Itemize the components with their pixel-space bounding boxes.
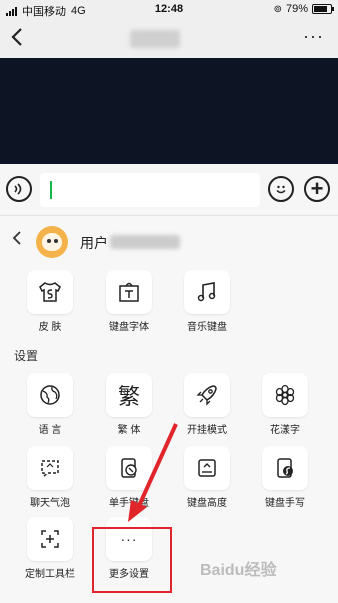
voice-button[interactable] xyxy=(6,176,32,202)
chat-title-blurred xyxy=(130,30,180,48)
back-button[interactable] xyxy=(10,26,24,53)
globe-icon xyxy=(27,373,73,417)
battery-icon xyxy=(312,4,334,14)
shirt-icon xyxy=(27,270,73,314)
music-keyboard-item[interactable]: 音乐键盘 xyxy=(179,270,235,333)
status-bar: 中国移动 4G 12:48 ⊚ 79% xyxy=(0,0,338,20)
traditional-label: 繁 体 xyxy=(117,425,141,436)
avatar[interactable] xyxy=(36,226,68,258)
chevron-left-icon xyxy=(11,28,22,46)
user-label: 用户 xyxy=(80,235,108,251)
keyboard-height-icon xyxy=(184,446,230,490)
handwriting-icon xyxy=(262,446,308,490)
one-hand-keyboard-label: 单手键盘 xyxy=(109,498,149,509)
battery-percent: 79% xyxy=(285,3,308,15)
settings-section-title: 设置 xyxy=(14,349,39,363)
traditional-char-icon: 繁 xyxy=(106,373,152,417)
emoji-icon xyxy=(276,185,286,194)
status-right: ⊚ 79% xyxy=(273,3,334,15)
chat-bubble-icon xyxy=(27,446,73,490)
chat-bubble-label: 聊天气泡 xyxy=(30,498,70,509)
keyboard-height-item[interactable]: 键盘高度 xyxy=(179,446,235,509)
custom-toolbar-icon xyxy=(27,517,73,561)
avatar-face xyxy=(42,233,62,251)
message-input[interactable] xyxy=(40,173,260,207)
chat-messages-area[interactable] xyxy=(0,58,338,164)
more-menu-button[interactable]: ··· xyxy=(303,26,324,47)
traditional-item[interactable]: 繁 繁 体 xyxy=(101,373,157,436)
one-hand-keyboard-icon xyxy=(106,446,152,490)
flower-icon xyxy=(262,373,308,417)
input-bar: + xyxy=(0,164,338,216)
text-cursor xyxy=(50,181,52,199)
rotation-lock-icon: ⊚ xyxy=(273,3,282,15)
rocket-icon xyxy=(184,373,230,417)
plus-button[interactable]: + xyxy=(304,176,330,202)
fancy-text-item[interactable]: 花漾字 xyxy=(257,373,313,436)
chat-bubble-item[interactable]: 聊天气泡 xyxy=(22,446,78,509)
keyboard-font-label: 键盘字体 xyxy=(109,322,149,333)
one-hand-keyboard-item[interactable]: 单手键盘 xyxy=(101,446,157,509)
avatar-eye-right xyxy=(54,239,58,243)
custom-toolbar-label: 定制工具栏 xyxy=(25,569,75,580)
skin-item[interactable]: 皮 肤 xyxy=(22,270,78,333)
traditional-glyph: 繁 xyxy=(117,385,140,410)
fancy-text-label: 花漾字 xyxy=(270,425,300,436)
chat-nav-bar: ··· xyxy=(0,20,338,58)
cheat-mode-item[interactable]: 开挂模式 xyxy=(179,373,235,436)
avatar-eye-left xyxy=(47,239,51,243)
chevron-left-icon xyxy=(12,231,21,245)
language-item[interactable]: 语 言 xyxy=(22,373,78,436)
music-note-icon xyxy=(184,270,230,314)
skin-label: 皮 肤 xyxy=(38,322,62,333)
language-label: 语 言 xyxy=(38,425,62,436)
handwriting-label: 键盘手写 xyxy=(265,498,305,509)
keyboard-height-label: 键盘高度 xyxy=(187,498,227,509)
handwriting-item[interactable]: 键盘手写 xyxy=(257,446,313,509)
panel-header: 用户 xyxy=(0,216,338,266)
music-keyboard-label: 音乐键盘 xyxy=(187,322,227,333)
voice-icon xyxy=(14,183,22,195)
panel-back-button[interactable] xyxy=(12,230,22,251)
cheat-mode-label: 开挂模式 xyxy=(187,425,227,436)
keyboard-font-item[interactable]: 键盘字体 xyxy=(101,270,157,333)
font-icon xyxy=(106,270,152,314)
watermark-logo: Baidu经验 xyxy=(200,562,277,579)
highlight-box xyxy=(92,527,172,593)
custom-toolbar-item[interactable]: 定制工具栏 xyxy=(22,517,78,580)
username-blurred xyxy=(110,235,180,249)
emoji-button[interactable] xyxy=(268,176,294,202)
